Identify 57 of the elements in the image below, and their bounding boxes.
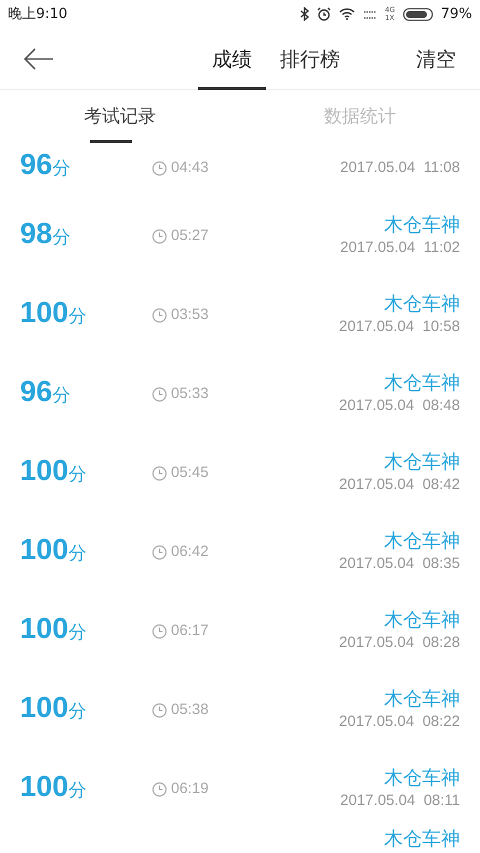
user-name: 木仓车神 [384, 292, 460, 316]
record-date: 2017.05.04 11:08 [340, 158, 460, 178]
score-text: 100分 [20, 454, 86, 488]
duration-text: 05:45 [171, 463, 209, 484]
clock-icon [152, 624, 167, 639]
score-text: 100分 [20, 296, 86, 330]
user-name: 木仓车神 [384, 371, 460, 396]
alarm-icon [316, 7, 331, 21]
user-name: 木仓车神 [384, 827, 460, 851]
score-text: 100分 [20, 612, 86, 646]
record-date: 2017.05.04 08:42 [339, 475, 460, 496]
record-date: 2017.05.04 08:28 [339, 633, 460, 654]
duration-text: 06:19 [171, 779, 209, 800]
duration-text: 06:17 [171, 621, 209, 642]
wifi-icon [338, 8, 355, 20]
score-text: 98分 [20, 216, 70, 252]
user-name: 木仓车神 [384, 766, 460, 790]
duration-text: 05:38 [171, 700, 209, 720]
clock-icon [152, 387, 167, 402]
clock-icon [152, 229, 167, 244]
sub-tab[interactable]: 考试记录 [0, 90, 240, 143]
user-name: 木仓车神 [384, 608, 460, 632]
user-name: 木仓车神 [384, 687, 460, 712]
bluetooth-icon [300, 7, 309, 21]
header-tab[interactable]: 排行榜 [266, 28, 354, 90]
duration-text: 05:27 [171, 226, 209, 246]
user-name: 木仓车神 [384, 529, 460, 554]
score-text: 96分 [20, 148, 70, 183]
record-date: 2017.05.04 08:48 [339, 396, 460, 416]
record-date: 2017.05.04 08:35 [339, 554, 460, 574]
battery-percent: 79% [440, 4, 472, 24]
back-icon[interactable] [24, 48, 54, 70]
clock-icon [152, 466, 167, 481]
score-text: 100分 [20, 770, 86, 804]
clock-icon [152, 160, 167, 176]
clock-icon [152, 545, 167, 560]
duration-text: 05:33 [171, 384, 209, 404]
clock-icon [152, 703, 167, 718]
score-text: 100分 [20, 532, 86, 568]
duration-text: 04:43 [171, 158, 209, 178]
record-date: 2017.05.04 11:02 [340, 238, 460, 258]
battery-icon [402, 8, 433, 20]
record-date: 2017.05.04 08:22 [339, 712, 460, 732]
record-date: 2017.05.04 10:58 [339, 317, 460, 338]
score-text: 96分 [20, 374, 70, 410]
signal-icon [362, 8, 377, 20]
user-name: 木仓车神 [384, 450, 460, 474]
clear-button[interactable]: 清空 [416, 44, 456, 74]
duration-text: 06:42 [171, 542, 209, 562]
user-name: 木仓车神 [384, 213, 460, 238]
header-tab[interactable]: 成绩 [198, 28, 266, 90]
clock-icon [152, 308, 167, 323]
score-text: 100分 [20, 690, 86, 726]
clock-icon [152, 782, 167, 797]
record-date: 2017.05.04 08:11 [340, 791, 460, 812]
duration-text: 03:53 [171, 305, 209, 326]
status-time: 晚上9:10 [8, 4, 68, 24]
